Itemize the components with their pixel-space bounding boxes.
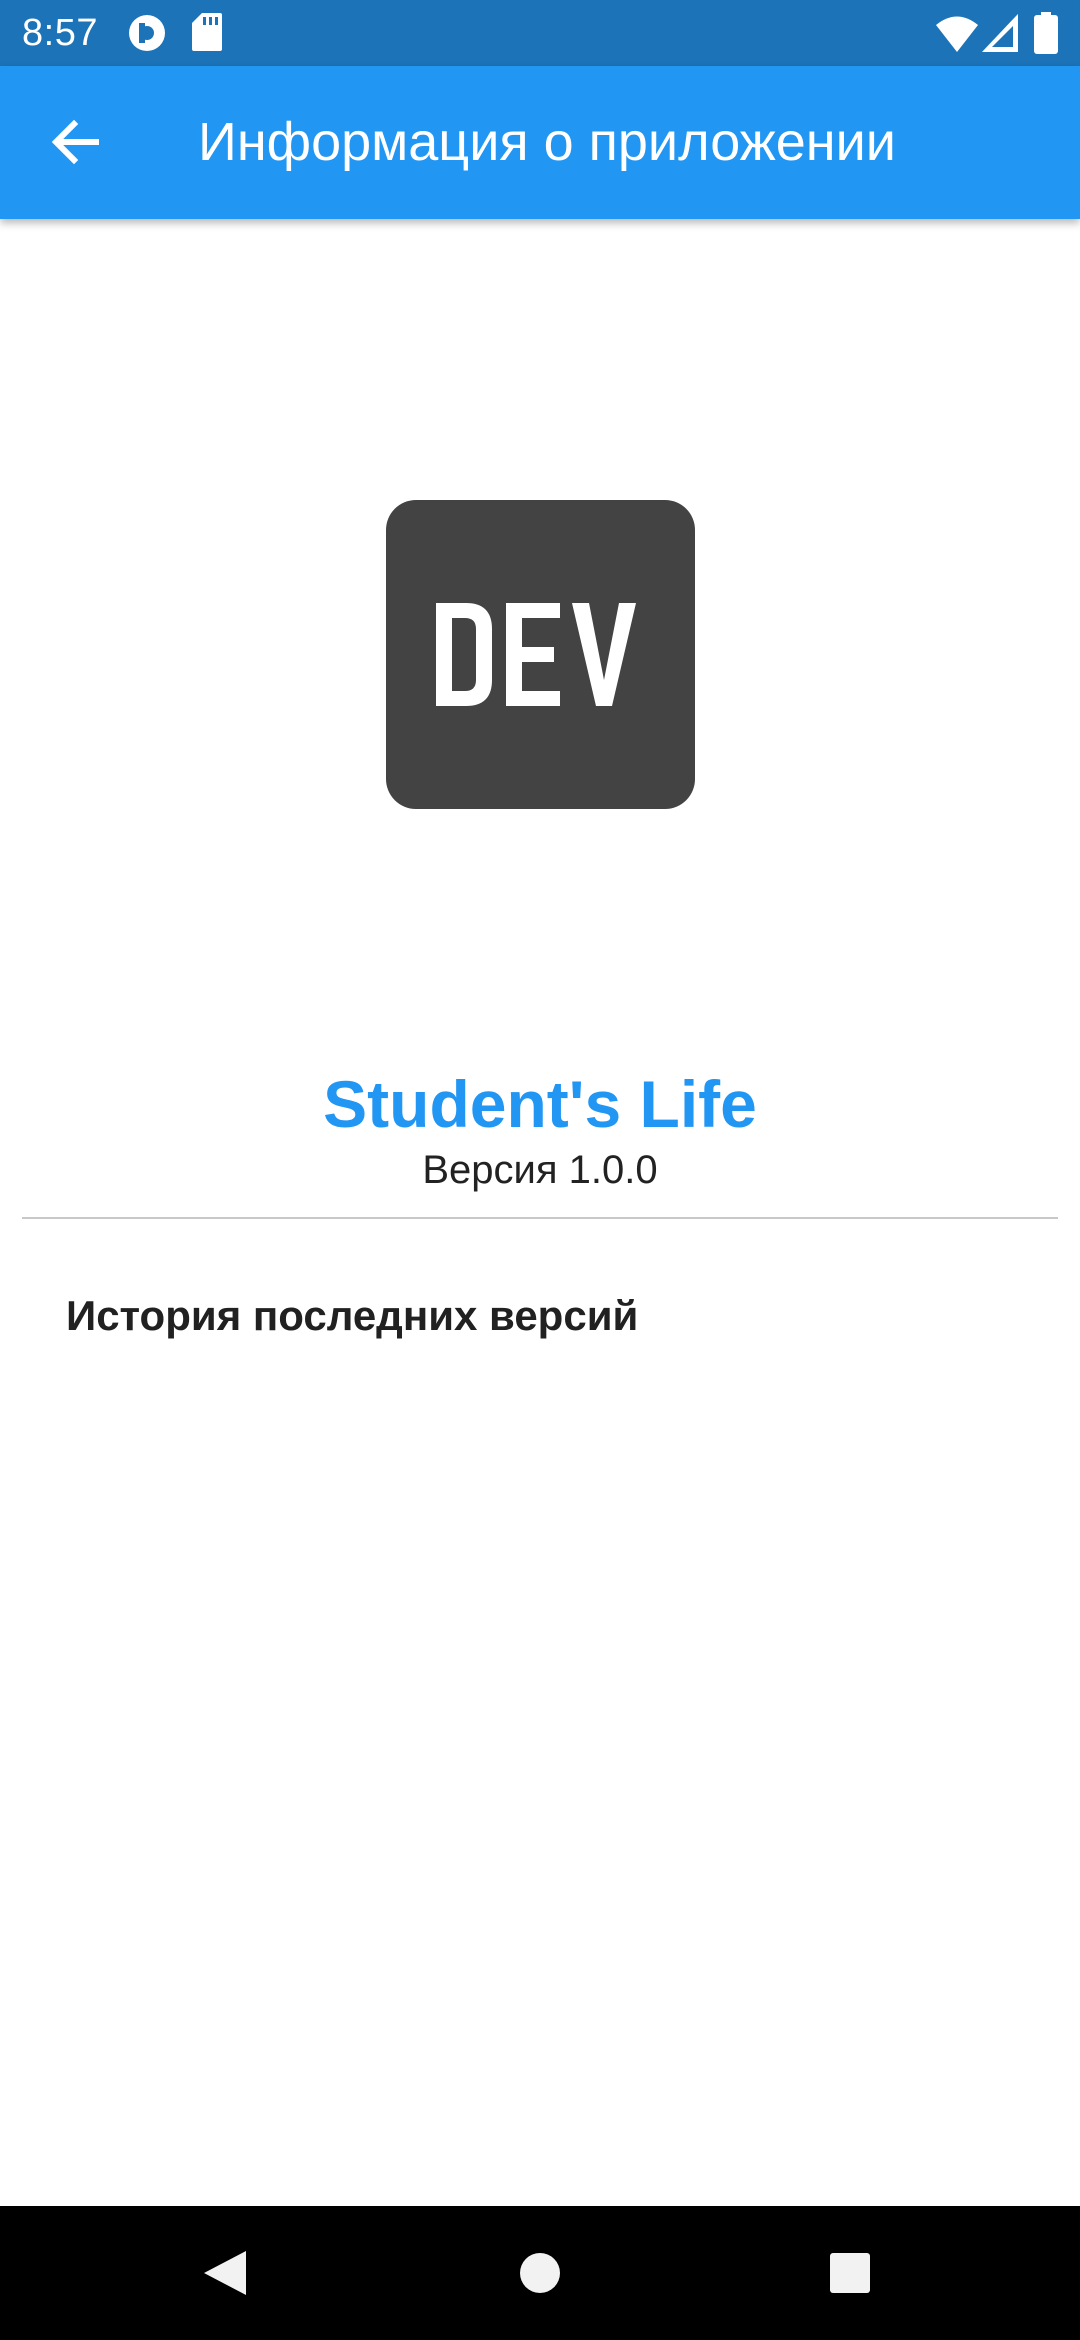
app-logo [386, 500, 695, 809]
nav-back-button[interactable] [180, 2228, 270, 2318]
version-history-heading: История последних версий [66, 1292, 639, 1339]
nav-recents-button[interactable] [805, 2228, 895, 2318]
battery-icon [1034, 12, 1058, 59]
status-time: 8:57 [22, 12, 98, 54]
wifi-icon [936, 14, 978, 57]
app-version: Версия 1.0.0 [422, 1148, 658, 1192]
signal-icon [982, 14, 1018, 57]
back-button[interactable] [30, 96, 122, 188]
app-name: Student's Life [323, 1067, 757, 1141]
divider [22, 1217, 1058, 1219]
app-bar: Информация о приложении [0, 66, 1080, 219]
sd-card-icon [192, 13, 222, 56]
status-bar: 8:57 [0, 0, 1080, 66]
navigation-bar [0, 2206, 1080, 2340]
pocket-casts-icon [128, 14, 166, 57]
page-title: Информация о приложении [198, 112, 896, 172]
nav-home-button[interactable] [495, 2228, 585, 2318]
